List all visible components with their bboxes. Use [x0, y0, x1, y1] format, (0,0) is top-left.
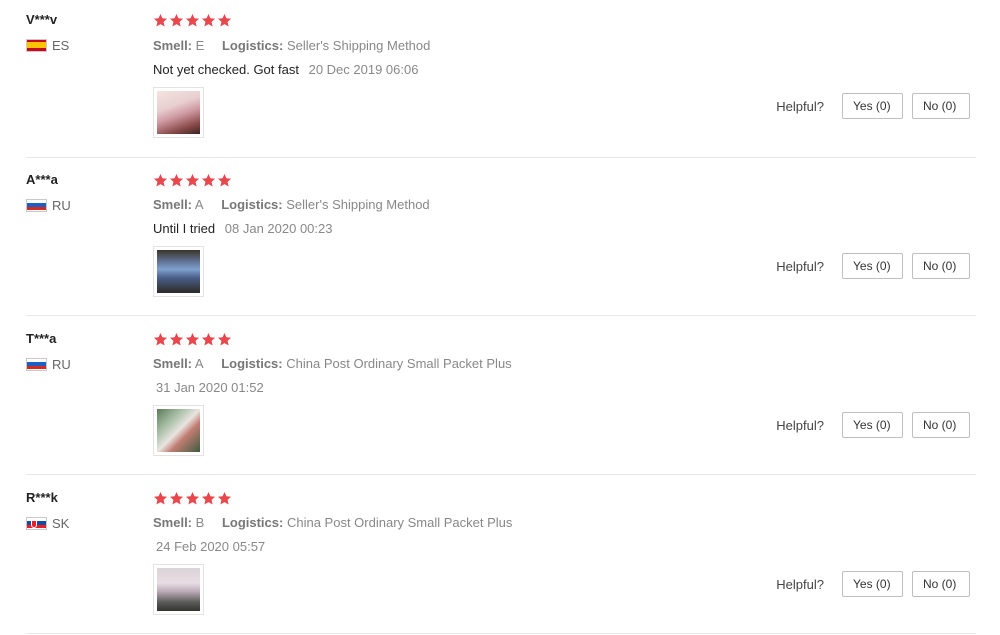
review-text: Not yet checked. Got fast 20 Dec 2019 06…	[153, 62, 418, 77]
star-icon	[169, 332, 184, 347]
review-text: Until I tried 08 Jan 2020 00:23	[153, 221, 332, 236]
smell-label: Smell:	[153, 197, 193, 212]
review-photo[interactable]	[153, 246, 204, 297]
star-icon	[153, 332, 168, 347]
flag-sk-icon	[26, 516, 47, 530]
reviewer-country: ES	[26, 37, 69, 53]
helpful-yes-button[interactable]: Yes (0)	[842, 412, 903, 438]
helpful-yes-button[interactable]: Yes (0)	[842, 93, 903, 119]
logistics-label: Logistics:	[221, 515, 284, 530]
helpful-section: Helpful? Yes (0) No (0)	[776, 253, 970, 279]
reviewer-country: RU	[26, 356, 71, 372]
logistics-value: Seller's Shipping Method	[286, 38, 431, 53]
helpful-section: Helpful? Yes (0) No (0)	[776, 571, 970, 597]
smell-value: A	[194, 356, 204, 371]
review-date: 20 Dec 2019 06:06	[308, 62, 419, 77]
star-rating	[153, 491, 232, 506]
star-icon	[153, 491, 168, 506]
country-code: SK	[52, 515, 70, 531]
smell-value: A	[194, 197, 204, 212]
review-item: T***a RU Smell: A Logistics: China Post …	[26, 317, 976, 475]
star-icon	[201, 332, 216, 347]
star-icon	[169, 173, 184, 188]
star-icon	[201, 491, 216, 506]
star-icon	[153, 13, 168, 28]
star-rating	[153, 173, 232, 188]
review-photo[interactable]	[153, 405, 204, 456]
review-text: 31 Jan 2020 01:52	[156, 380, 264, 395]
star-icon	[185, 13, 200, 28]
helpful-section: Helpful? Yes (0) No (0)	[776, 93, 970, 119]
smell-value: E	[195, 38, 205, 53]
review-attributes: Smell: A Logistics: China Post Ordinary …	[153, 356, 512, 371]
review-item: A***a RU Smell: A Logistics: Seller's Sh…	[26, 158, 976, 316]
star-icon	[217, 13, 232, 28]
star-icon	[185, 491, 200, 506]
helpful-label: Helpful?	[776, 258, 824, 274]
logistics-label: Logistics:	[221, 356, 283, 371]
review-attributes: Smell: E Logistics: Seller's Shipping Me…	[153, 38, 430, 53]
reviewer-name: A***a	[26, 172, 58, 187]
review-item: V***v ES Smell: E Logistics: Seller's Sh…	[26, 0, 976, 158]
star-icon	[185, 173, 200, 188]
review-photo[interactable]	[153, 87, 204, 138]
review-date: 08 Jan 2020 00:23	[224, 221, 333, 236]
helpful-no-button[interactable]: No (0)	[912, 412, 970, 438]
star-icon	[217, 332, 232, 347]
star-icon	[201, 13, 216, 28]
logistics-value: China Post Ordinary Small Packet Plus	[286, 356, 512, 371]
review-date: 31 Jan 2020 01:52	[156, 380, 264, 395]
star-icon	[169, 491, 184, 506]
review-attributes: Smell: A Logistics: Seller's Shipping Me…	[153, 197, 430, 212]
smell-label: Smell:	[153, 515, 193, 530]
smell-label: Smell:	[153, 356, 193, 371]
review-comment: Until I tried	[153, 221, 216, 236]
helpful-label: Helpful?	[776, 417, 824, 433]
star-icon	[201, 173, 216, 188]
reviewer-country: SK	[26, 515, 69, 531]
review-comment: Not yet checked. Got fast	[153, 62, 299, 77]
star-icon	[153, 173, 168, 188]
flag-ru-icon	[26, 198, 47, 212]
flag-es-icon	[26, 38, 47, 52]
review-photo[interactable]	[153, 564, 204, 615]
star-icon	[217, 491, 232, 506]
star-icon	[169, 13, 184, 28]
star-icon	[185, 332, 200, 347]
star-rating	[153, 332, 232, 347]
helpful-no-button[interactable]: No (0)	[912, 253, 970, 279]
country-code: RU	[52, 197, 71, 213]
logistics-label: Logistics:	[221, 38, 284, 53]
helpful-label: Helpful?	[776, 98, 824, 114]
star-rating	[153, 13, 232, 28]
reviewer-name: R***k	[26, 490, 58, 505]
logistics-label: Logistics:	[221, 197, 283, 212]
star-icon	[217, 173, 232, 188]
review-date: 24 Feb 2020 05:57	[156, 539, 266, 554]
reviewer-country: RU	[26, 197, 71, 213]
review-text: 24 Feb 2020 05:57	[156, 539, 265, 554]
logistics-value: China Post Ordinary Small Packet Plus	[286, 515, 513, 530]
logistics-value: Seller's Shipping Method	[286, 197, 430, 212]
helpful-yes-button[interactable]: Yes (0)	[842, 571, 903, 597]
reviewer-name: T***a	[26, 331, 57, 346]
reviewer-name: V***v	[26, 12, 58, 27]
helpful-section: Helpful? Yes (0) No (0)	[776, 412, 970, 438]
review-item: R***k SK Smell: B Logistics: China Post …	[26, 476, 976, 634]
country-code: RU	[52, 356, 71, 372]
smell-label: Smell:	[153, 38, 193, 53]
helpful-label: Helpful?	[776, 576, 824, 592]
helpful-yes-button[interactable]: Yes (0)	[842, 253, 903, 279]
review-attributes: Smell: B Logistics: China Post Ordinary …	[153, 515, 512, 530]
country-code: ES	[52, 37, 70, 53]
smell-value: B	[195, 515, 205, 530]
helpful-no-button[interactable]: No (0)	[912, 93, 970, 119]
helpful-no-button[interactable]: No (0)	[912, 571, 970, 597]
flag-ru-icon	[26, 357, 47, 371]
